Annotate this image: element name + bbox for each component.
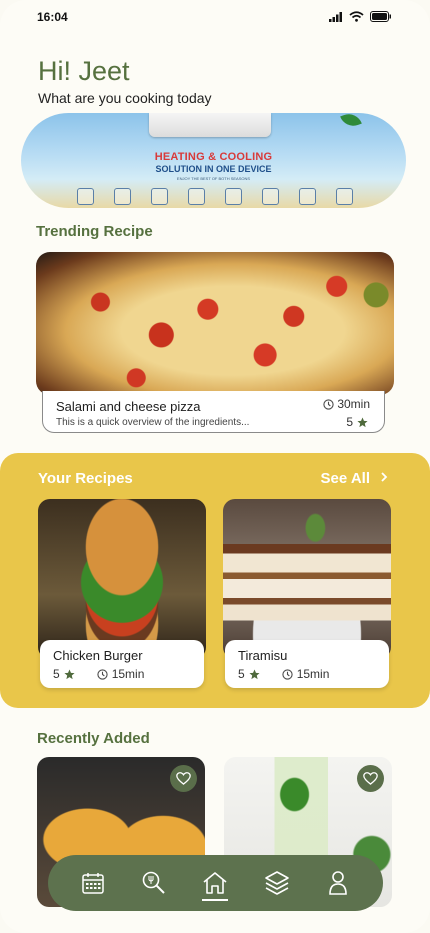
nav-calendar[interactable] — [77, 865, 109, 901]
recipe-description: This is a quick overview of the ingredie… — [56, 417, 250, 428]
profile-icon — [329, 871, 348, 895]
burger-image — [38, 499, 206, 659]
favorite-button[interactable] — [357, 765, 384, 792]
star-icon — [249, 668, 260, 679]
recipe-time: 15min — [282, 667, 330, 681]
subtitle: What are you cooking today — [38, 90, 212, 106]
clock-icon — [97, 668, 108, 680]
status-time: 16:04 — [37, 10, 68, 24]
trending-recipe-info: Salami and cheese pizza This is a quick … — [42, 391, 385, 433]
star-icon — [357, 416, 368, 427]
clock-icon — [282, 668, 293, 680]
recipe-card-tiramisu[interactable]: Tiramisu 5 15min — [223, 499, 391, 689]
star-icon — [64, 668, 75, 679]
battery-icon — [370, 11, 391, 22]
your-recipes-title: Your Recipes — [38, 470, 133, 487]
recipe-name: Chicken Burger — [53, 648, 143, 663]
fan-icon — [77, 188, 94, 205]
your-recipes-section: Your Recipes See All Chicken Burger 5 15… — [0, 453, 430, 708]
recipe-rating-value: 5 — [238, 667, 245, 681]
recipe-info: Tiramisu 5 15min — [225, 640, 389, 688]
energy-icon — [225, 188, 242, 205]
status-bar: 16:04 — [0, 0, 430, 36]
recipe-time-value: 30min — [337, 397, 370, 411]
sun-icon — [151, 188, 168, 205]
recipe-meta: 5 15min — [238, 667, 329, 681]
display-icon — [188, 188, 205, 205]
recipe-rating: 5 — [346, 415, 368, 429]
tiramisu-image — [223, 499, 391, 659]
trending-recipe-card[interactable]: Salami and cheese pizza This is a quick … — [36, 252, 394, 434]
calendar-icon — [81, 873, 104, 894]
favorite-button[interactable] — [170, 765, 197, 792]
humidity-icon — [336, 188, 353, 205]
snowflake-icon — [114, 188, 131, 205]
trending-title: Trending Recipe — [36, 223, 153, 240]
recipe-rating-value: 5 — [53, 667, 60, 681]
greeting: Hi! Jeet — [38, 56, 130, 86]
layers-icon — [265, 871, 289, 895]
banner-tagline: ENJOY THE BEST OF BOTH SEASONS — [176, 176, 251, 181]
clock-icon — [323, 398, 334, 410]
heart-icon — [176, 772, 191, 785]
recently-added-title: Recently Added — [37, 730, 150, 747]
recipe-name: Tiramisu — [238, 648, 288, 663]
promo-banner[interactable]: HEATING & COOLING SOLUTION IN ONE DEVICE… — [21, 113, 406, 208]
eco-leaf-icon — [299, 188, 316, 205]
banner-feature-icons — [77, 188, 353, 205]
search-icon — [142, 871, 165, 894]
pizza-image — [36, 252, 394, 395]
banner-subheadline: SOLUTION IN ONE DEVICE — [155, 164, 272, 174]
see-all-label: See All — [320, 470, 370, 487]
app-screen: 16:04 Hi! Jeet What are you cooking toda… — [0, 0, 430, 933]
nav-layers[interactable] — [261, 865, 293, 901]
air-conditioner-image — [149, 113, 271, 137]
leaf-decoration — [340, 113, 362, 130]
nav-profile[interactable] — [322, 865, 354, 901]
home-icon — [203, 872, 227, 894]
recipe-time-value: 15min — [111, 667, 145, 681]
banner-headline: HEATING & COOLING — [154, 151, 273, 163]
status-icons — [329, 11, 392, 22]
recipe-time: 15min — [97, 667, 145, 681]
signal-icon — [329, 11, 342, 22]
recipe-name: Salami and cheese pizza — [56, 399, 201, 414]
recipe-time-value: 15min — [296, 667, 330, 681]
recipe-card-chicken-burger[interactable]: Chicken Burger 5 15min — [38, 499, 206, 689]
bottom-nav — [48, 855, 383, 911]
recipe-rating-value: 5 — [346, 415, 353, 429]
recipe-time: 30min — [323, 397, 370, 411]
timer-icon — [262, 188, 279, 205]
chevron-right-icon — [381, 472, 388, 482]
recipe-meta: 5 15min — [53, 667, 144, 681]
nav-home[interactable] — [199, 865, 231, 901]
wifi-icon — [349, 11, 364, 22]
heart-icon — [363, 772, 378, 785]
see-all-button[interactable]: See All — [321, 470, 388, 487]
recipe-info: Chicken Burger 5 15min — [40, 640, 204, 688]
nav-search[interactable] — [138, 865, 170, 901]
